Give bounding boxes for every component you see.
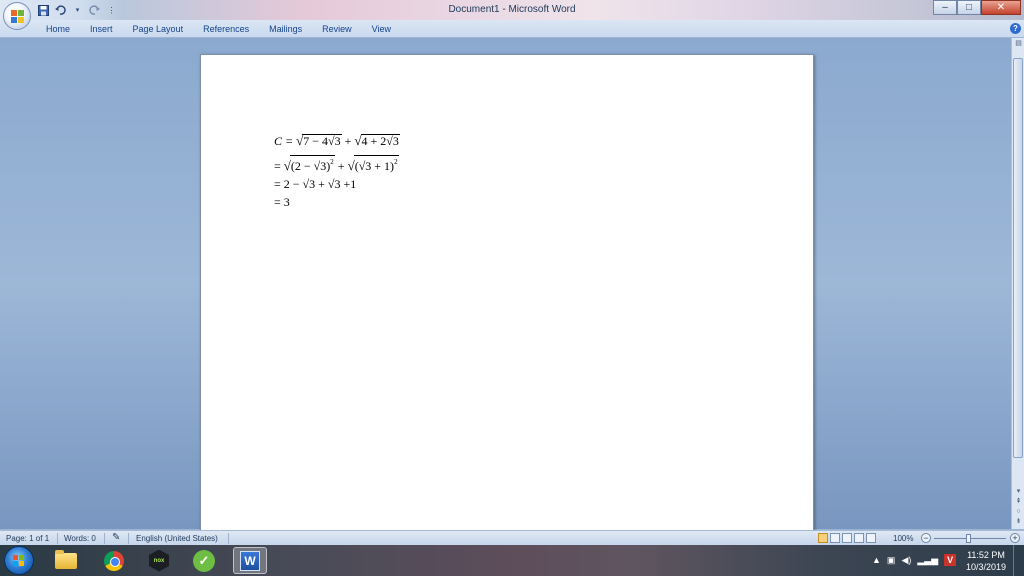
page-count[interactable]: Page: 1 of 1 — [6, 534, 49, 543]
scrollbar-thumb[interactable] — [1013, 58, 1023, 458]
equation-line-2: = √(2 − √3)2 + √(√3 + 1)2 — [274, 155, 399, 174]
eq1-term-2: 4 + 2√3 — [360, 134, 400, 148]
taskbar-word[interactable]: W — [233, 547, 267, 574]
eq1-term-1: 7 − 4√3 — [302, 134, 342, 148]
network-device-icon[interactable]: ▣ — [887, 555, 896, 566]
zoom-level[interactable]: 100% — [893, 534, 913, 543]
clock-time: 11:52 PM — [967, 550, 1005, 560]
taskbar: nox ✓ W ▲ ▣ ◀) ▂▃▅ V 11:52 PM 10/3/2019 — [0, 545, 1024, 576]
volume-icon[interactable]: ◀) — [901, 555, 911, 566]
taskbar-green-app[interactable]: ✓ — [187, 547, 221, 574]
print-layout-icon[interactable] — [818, 533, 828, 543]
show-desktop-button[interactable] — [1013, 545, 1024, 576]
start-button[interactable] — [4, 546, 34, 575]
windows-logo-icon — [13, 555, 25, 567]
scroll-down-icon[interactable]: ▾ — [1012, 487, 1024, 497]
draft-icon[interactable] — [866, 533, 876, 543]
zoom-in-icon[interactable]: + — [1010, 533, 1020, 543]
clock-date: 10/3/2019 — [965, 562, 1007, 572]
eq2-prefix: = — [274, 159, 284, 173]
signal-icon[interactable]: ▂▃▅ — [917, 555, 938, 566]
eq2-power-1: 2 — [330, 158, 334, 166]
chrome-icon — [104, 550, 124, 571]
full-screen-reading-icon[interactable] — [830, 533, 840, 543]
web-layout-icon[interactable] — [842, 533, 852, 543]
system-tray: ▲ ▣ ◀) ▂▃▅ V — [872, 554, 957, 566]
window-controls: – □ ✕ — [933, 0, 1021, 15]
minimize-button[interactable]: – — [933, 0, 957, 15]
tab-page-layout[interactable]: Page Layout — [123, 23, 194, 35]
green-app-icon: ✓ — [193, 549, 215, 572]
ribbon-tab-bar: Home Insert Page Layout References Maili… — [0, 20, 1024, 38]
taskbar-explorer[interactable] — [49, 547, 83, 574]
equation-line-3: = 2 − √3 + √3 +1 — [274, 177, 357, 191]
clock[interactable]: 11:52 PM 10/3/2019 — [960, 549, 1012, 573]
outline-icon[interactable] — [854, 533, 864, 543]
tab-review[interactable]: Review — [312, 23, 362, 35]
vertical-scrollbar[interactable]: ▤ ▾ ⇞ ○ ⇟ — [1011, 38, 1024, 529]
eq1-op: + — [341, 134, 355, 148]
zoom-slider-thumb[interactable] — [966, 534, 971, 543]
nox-icon: nox — [149, 549, 169, 572]
equation-line-1: C = √7 − 4√3 + √4 + 2√3 — [274, 133, 400, 149]
word-count[interactable]: Words: 0 — [64, 534, 96, 543]
taskbar-chrome[interactable] — [97, 547, 131, 574]
tab-home[interactable]: Home — [36, 23, 80, 35]
language-indicator[interactable]: English (United States) — [136, 534, 218, 543]
v-app-icon[interactable]: V — [944, 554, 957, 566]
tab-insert[interactable]: Insert — [80, 23, 123, 35]
close-button[interactable]: ✕ — [981, 0, 1021, 15]
view-buttons — [818, 533, 876, 543]
maximize-button[interactable]: □ — [957, 0, 981, 15]
office-logo-icon — [11, 10, 24, 23]
word-icon: W — [240, 550, 260, 571]
show-hidden-icons-icon[interactable]: ▲ — [872, 555, 881, 565]
eq2-power-2: 2 — [394, 158, 398, 166]
eq1-prefix: C = — [274, 134, 297, 148]
select-browse-object-icon[interactable]: ○ — [1012, 507, 1024, 517]
eq2-term-1: (2 − √3) — [290, 159, 331, 173]
tab-references[interactable]: References — [193, 23, 259, 35]
window-title: Document1 - Microsoft Word — [448, 4, 576, 15]
help-icon[interactable]: ? — [1010, 23, 1021, 34]
previous-page-icon[interactable]: ⇞ — [1012, 497, 1024, 507]
document-workspace: C = √7 − 4√3 + √4 + 2√3 = √(2 − √3)2 + √… — [0, 38, 1011, 536]
zoom-out-icon[interactable]: − — [921, 533, 931, 543]
ruler-icon[interactable]: ▤ — [1013, 39, 1024, 49]
office-button[interactable] — [3, 2, 31, 30]
eq2-op: + — [334, 159, 348, 173]
folder-icon — [55, 549, 77, 569]
tab-mailings[interactable]: Mailings — [259, 23, 312, 35]
taskbar-nox[interactable]: nox — [142, 547, 176, 574]
status-bar: Page: 1 of 1 Words: 0 ✎ English (United … — [0, 530, 1024, 546]
title-bar: ▾ ⋮ Document1 - Microsoft Word – □ ✕ — [0, 0, 1024, 20]
eq2-term-2: (√3 + 1) — [354, 159, 395, 173]
equation-line-4: = 3 — [274, 195, 290, 209]
document-page[interactable]: C = √7 − 4√3 + √4 + 2√3 = √(2 − √3)2 + √… — [200, 54, 814, 536]
tab-view[interactable]: View — [362, 23, 401, 35]
proofing-icon[interactable]: ✎ — [112, 532, 120, 543]
next-page-icon[interactable]: ⇟ — [1012, 517, 1024, 527]
